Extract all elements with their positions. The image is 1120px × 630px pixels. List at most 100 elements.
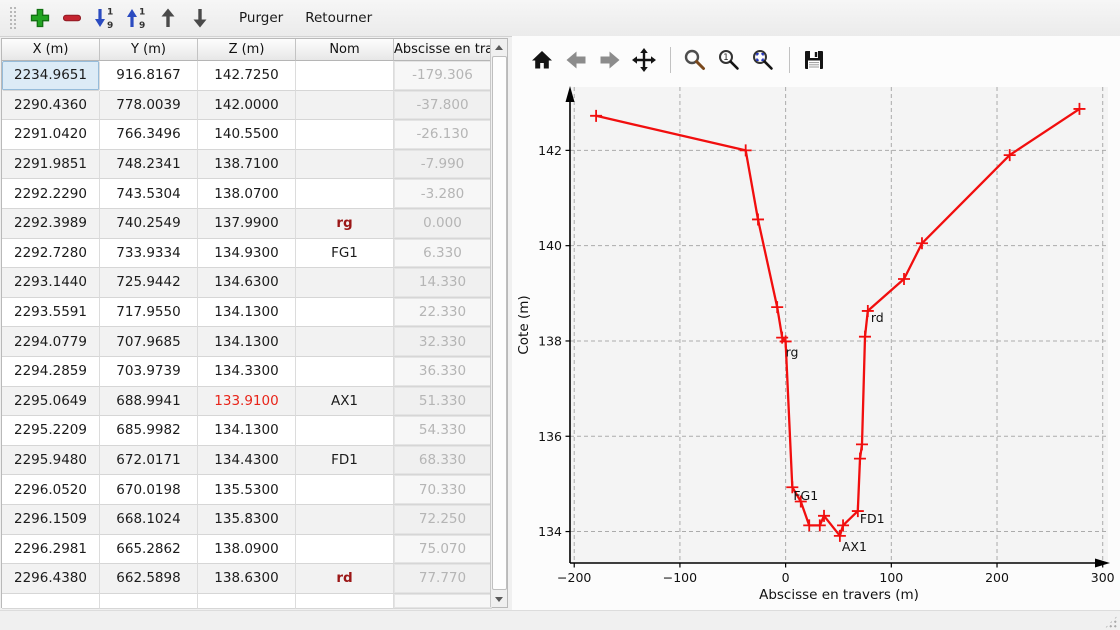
cell-z[interactable]: 134.4300 — [198, 446, 296, 476]
cell-nom[interactable]: rd — [296, 564, 394, 594]
cell-nom[interactable] — [296, 150, 394, 180]
cell-y[interactable]: 725.9442 — [100, 268, 198, 298]
cell-z[interactable]: 135.5300 — [198, 475, 296, 505]
cell-y[interactable]: 916.8167 — [100, 61, 198, 91]
cell-nom[interactable] — [296, 120, 394, 150]
cell-y[interactable]: 685.9982 — [100, 416, 198, 446]
home-button[interactable] — [526, 43, 558, 77]
cell-absc[interactable]: 22.330 — [394, 298, 492, 328]
cell-z[interactable]: 135.8300 — [198, 505, 296, 535]
zoom-original-button[interactable]: 1 — [713, 43, 745, 77]
header-y[interactable]: Y (m) — [100, 39, 198, 61]
cell-x[interactable]: 2296.4380 — [2, 564, 100, 594]
header-z[interactable]: Z (m) — [198, 39, 296, 61]
cell-nom[interactable]: rg — [296, 209, 394, 239]
resize-grip[interactable] — [1104, 615, 1118, 629]
scroll-down-button[interactable] — [491, 591, 507, 607]
cell-absc[interactable]: 14.330 — [394, 268, 492, 298]
cell-nom[interactable] — [296, 475, 394, 505]
cell-absc[interactable]: 51.330 — [394, 387, 492, 417]
table-vertical-scrollbar[interactable] — [490, 39, 507, 607]
cell-y[interactable]: 717.9550 — [100, 298, 198, 328]
scroll-up-button[interactable] — [491, 39, 507, 55]
cell-x[interactable]: 2292.3989 — [2, 209, 100, 239]
cell-y[interactable]: 766.3496 — [100, 120, 198, 150]
cell-x[interactable]: 2290.4360 — [2, 91, 100, 121]
cell-nom[interactable] — [296, 505, 394, 535]
add-row-button[interactable] — [24, 2, 56, 34]
forward-button[interactable] — [594, 43, 626, 77]
sort-descending-button[interactable]: 1 9 — [88, 2, 120, 34]
cell-nom[interactable] — [296, 91, 394, 121]
cell-absc[interactable]: -7.990 — [394, 150, 492, 180]
zoom-rect-button[interactable] — [747, 43, 779, 77]
back-button[interactable] — [560, 43, 592, 77]
cell-nom[interactable] — [296, 179, 394, 209]
cell-empty[interactable] — [394, 594, 492, 609]
cell-x[interactable]: 2292.2290 — [2, 179, 100, 209]
cell-x[interactable]: 2295.9480 — [2, 446, 100, 476]
cell-absc[interactable]: -179.306 — [394, 61, 492, 91]
cell-z[interactable]: 134.1300 — [198, 298, 296, 328]
profile-chart-canvas[interactable]: −200−1000100200300134136138140142Absciss… — [512, 85, 1120, 610]
header-abscisse[interactable]: Abscisse en travers — [394, 39, 492, 61]
cell-absc[interactable]: 0.000 — [394, 209, 492, 239]
cell-z[interactable]: 134.1300 — [198, 327, 296, 357]
cell-z[interactable]: 138.0900 — [198, 535, 296, 565]
cell-nom[interactable] — [296, 535, 394, 565]
cell-z[interactable]: 137.9900 — [198, 209, 296, 239]
scrollbar-thumb[interactable] — [492, 56, 507, 590]
sort-ascending-button[interactable]: 1 9 — [120, 2, 152, 34]
cell-empty[interactable] — [2, 594, 100, 609]
cell-y[interactable]: 778.0039 — [100, 91, 198, 121]
cell-nom[interactable]: FG1 — [296, 239, 394, 269]
cell-x[interactable]: 2294.2859 — [2, 357, 100, 387]
cell-absc[interactable]: 68.330 — [394, 446, 492, 476]
cell-nom[interactable]: FD1 — [296, 446, 394, 476]
cell-z[interactable]: 138.0700 — [198, 179, 296, 209]
cell-y[interactable]: 703.9739 — [100, 357, 198, 387]
zoom-button[interactable] — [679, 43, 711, 77]
cell-y[interactable]: 665.2862 — [100, 535, 198, 565]
cell-x[interactable]: 2291.9851 — [2, 150, 100, 180]
save-button[interactable] — [798, 43, 830, 77]
cell-nom[interactable] — [296, 327, 394, 357]
cell-absc[interactable]: 6.330 — [394, 239, 492, 269]
cell-z[interactable]: 140.5500 — [198, 120, 296, 150]
retourner-button[interactable]: Retourner — [294, 5, 383, 31]
cell-x[interactable]: 2234.9651 — [2, 61, 100, 91]
cell-x[interactable]: 2296.2981 — [2, 535, 100, 565]
cell-y[interactable]: 662.5898 — [100, 564, 198, 594]
toolbar-drag-handle[interactable] — [8, 5, 16, 31]
cell-x[interactable]: 2293.5591 — [2, 298, 100, 328]
cell-absc[interactable]: 54.330 — [394, 416, 492, 446]
cell-y[interactable]: 733.9334 — [100, 239, 198, 269]
remove-row-button[interactable] — [56, 2, 88, 34]
cell-nom[interactable] — [296, 61, 394, 91]
cell-absc[interactable]: 77.770 — [394, 564, 492, 594]
cell-y[interactable]: 740.2549 — [100, 209, 198, 239]
cell-y[interactable]: 668.1024 — [100, 505, 198, 535]
cell-x[interactable]: 2296.0520 — [2, 475, 100, 505]
cell-z[interactable]: 138.6300 — [198, 564, 296, 594]
cell-z[interactable]: 142.7250 — [198, 61, 296, 91]
header-x[interactable]: X (m) — [2, 39, 100, 61]
cell-z[interactable]: 134.1300 — [198, 416, 296, 446]
cell-z[interactable]: 134.6300 — [198, 268, 296, 298]
cell-x[interactable]: 2294.0779 — [2, 327, 100, 357]
cell-x[interactable]: 2291.0420 — [2, 120, 100, 150]
header-nom[interactable]: Nom — [296, 39, 394, 61]
cell-nom[interactable] — [296, 268, 394, 298]
cell-x[interactable]: 2296.1509 — [2, 505, 100, 535]
cell-nom[interactable] — [296, 357, 394, 387]
cell-nom[interactable]: AX1 — [296, 387, 394, 417]
cell-z[interactable]: 133.9100 — [198, 387, 296, 417]
move-up-button[interactable] — [152, 2, 184, 34]
cell-absc[interactable]: 70.330 — [394, 475, 492, 505]
cell-empty[interactable] — [100, 594, 198, 609]
cell-x[interactable]: 2292.7280 — [2, 239, 100, 269]
cell-nom[interactable] — [296, 298, 394, 328]
cell-absc[interactable]: 36.330 — [394, 357, 492, 387]
cell-z[interactable]: 134.3300 — [198, 357, 296, 387]
purger-button[interactable]: Purger — [228, 5, 294, 31]
